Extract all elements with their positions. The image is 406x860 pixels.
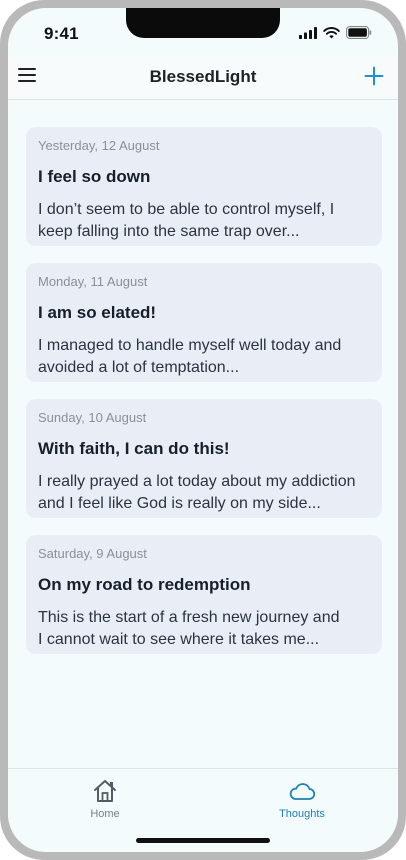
thought-card[interactable]: Saturday, 9 August On my road to redempt… [26,535,382,654]
app-header: BlessedLight [8,56,398,100]
status-time: 9:41 [44,24,79,43]
thought-card[interactable]: Sunday, 10 August With faith, I can do t… [26,399,382,518]
tab-thoughts[interactable]: Thoughts [242,777,362,820]
entry-date: Saturday, 9 August [38,546,147,561]
signal-icon [299,26,317,44]
cloud-icon [242,777,362,805]
entry-excerpt: This is the start of a fresh new journey… [38,609,340,648]
status-icons [299,26,372,44]
add-entry-button[interactable] [364,66,384,86]
tab-home[interactable]: Home [45,777,165,820]
entry-excerpt: I don’t seem to be able to control mysel… [38,201,335,240]
home-icon [45,777,165,805]
thought-card[interactable]: Monday, 11 August I am so elated! I mana… [26,263,382,382]
entry-date: Monday, 11 August [38,274,148,289]
app-title: BlessedLight [149,67,257,86]
entry-title: With faith, I can do this! [38,439,230,458]
tab-thoughts-label: Thoughts [279,808,325,820]
entry-title: On my road to redemption [38,575,251,594]
screen: 9:41 BlessedLight Yesterday, 12 August I… [8,8,398,852]
entry-title: I am so elated! [38,303,157,322]
wifi-icon [323,26,340,44]
notch [126,8,280,38]
battery-icon [346,26,372,44]
thought-card[interactable]: Yesterday, 12 August I feel so down I do… [26,127,382,246]
entry-excerpt: I really prayed a lot today about my add… [38,473,356,512]
entry-date: Yesterday, 12 August [38,138,160,153]
home-indicator [136,838,270,843]
tab-home-label: Home [90,808,120,820]
entry-date: Sunday, 10 August [38,410,147,425]
plus-icon [364,66,384,86]
entry-excerpt: I managed to handle myself well today an… [38,337,342,376]
entry-title: I feel so down [38,167,151,186]
phone-frame: 9:41 BlessedLight Yesterday, 12 August I… [0,0,406,860]
thoughts-list: Yesterday, 12 August I feel so down I do… [26,127,382,671]
